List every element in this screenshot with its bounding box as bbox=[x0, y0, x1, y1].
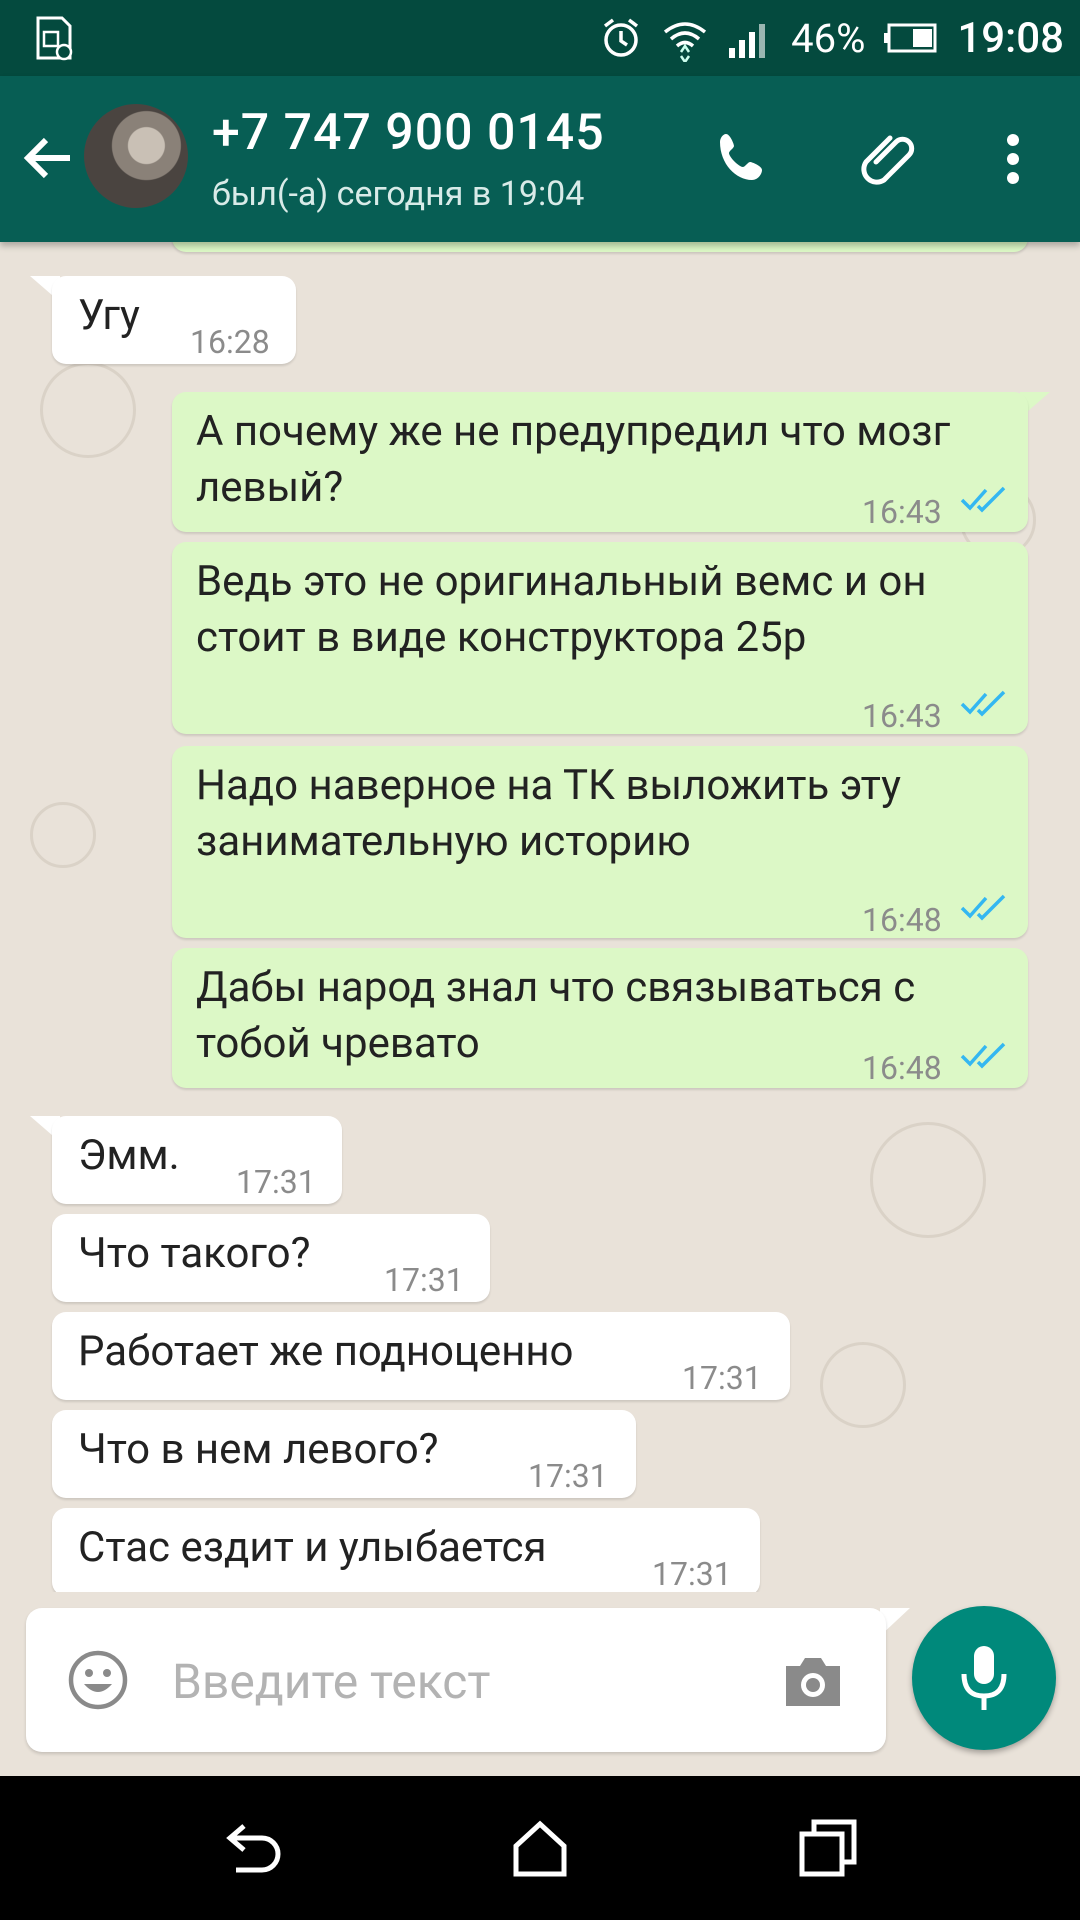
system-nav-bar bbox=[0, 1776, 1080, 1920]
back-arrow-icon[interactable] bbox=[18, 128, 78, 188]
message-incoming[interactable]: Стас ездит и улыбается 17:31 bbox=[52, 1508, 760, 1592]
wallpaper-doodle bbox=[30, 802, 96, 868]
chat-messages[interactable]: Угу 16:28 А почему же не предупредил что… bbox=[0, 242, 1080, 1592]
nav-home-icon[interactable] bbox=[508, 1816, 572, 1880]
message-text: Что в нем левого? bbox=[78, 1425, 439, 1474]
wallpaper-doodle bbox=[870, 1122, 986, 1238]
message-outgoing[interactable]: Ведь это не оригинальный вемс и он стоит… bbox=[172, 542, 1028, 735]
nav-back-icon[interactable] bbox=[222, 1816, 286, 1880]
signal-icon bbox=[729, 24, 766, 58]
message-time: 16:48 bbox=[862, 1049, 942, 1087]
message-text: Надо наверное на ТК выложить эту занимат… bbox=[196, 761, 901, 866]
message-outgoing[interactable]: Дабы народ знал что связываться с тобой … bbox=[172, 948, 1028, 1088]
alarm-icon bbox=[604, 18, 639, 57]
attach-clip-icon[interactable] bbox=[856, 126, 922, 192]
wallpaper-doodle bbox=[40, 362, 136, 458]
message-time: 16:43 bbox=[862, 493, 942, 531]
message-incoming[interactable]: Угу 16:28 bbox=[52, 276, 296, 364]
voice-record-button[interactable] bbox=[912, 1606, 1056, 1750]
contact-name[interactable]: +7 747 900 0145 bbox=[212, 104, 605, 162]
phone-call-icon[interactable] bbox=[712, 126, 778, 192]
wifi-icon bbox=[664, 22, 707, 62]
message-text: Эмм. bbox=[78, 1131, 180, 1180]
read-receipt-icon bbox=[960, 486, 1006, 513]
message-time: 17:31 bbox=[384, 1261, 464, 1299]
message-incoming[interactable]: Эмм. 17:31 bbox=[52, 1116, 342, 1204]
status-bar: 46% 19:08 bbox=[0, 0, 1080, 76]
message-time: 17:31 bbox=[652, 1555, 732, 1592]
message-time: 17:31 bbox=[528, 1457, 608, 1495]
sim-settings-icon bbox=[36, 16, 73, 61]
camera-icon[interactable] bbox=[780, 1650, 846, 1712]
clock: 19:08 bbox=[957, 13, 1064, 63]
microphone-icon bbox=[961, 1646, 1007, 1710]
message-text: Стас ездит и улыбается bbox=[78, 1523, 547, 1572]
more-menu-icon[interactable] bbox=[980, 126, 1046, 192]
message-outgoing[interactable]: А почему же не предупредил что мозг левы… bbox=[172, 392, 1028, 532]
contact-avatar[interactable] bbox=[84, 104, 188, 208]
chat-header: +7 747 900 0145 был(-а) сегодня в 19:04 bbox=[0, 76, 1080, 242]
read-receipt-icon bbox=[960, 690, 1006, 717]
message-time: 16:48 bbox=[862, 901, 942, 939]
message-time: 16:43 bbox=[862, 697, 942, 735]
battery-icon bbox=[884, 23, 937, 53]
message-input[interactable] bbox=[170, 1644, 754, 1718]
message-text: Что такого? bbox=[78, 1229, 311, 1278]
message-text: Ведь это не оригинальный вемс и он стоит… bbox=[196, 557, 927, 662]
read-receipt-icon bbox=[960, 1042, 1006, 1069]
wallpaper-doodle bbox=[820, 1342, 906, 1428]
message-incoming[interactable]: Работает же подноценно 17:31 bbox=[52, 1312, 790, 1400]
read-receipt-icon bbox=[960, 894, 1006, 921]
message-time: 17:31 bbox=[236, 1163, 316, 1201]
message-incoming[interactable]: Что такого? 17:31 bbox=[52, 1214, 490, 1302]
message-time: 16:28 bbox=[190, 323, 270, 361]
message-incoming[interactable]: Что в нем левого? 17:31 bbox=[52, 1410, 636, 1498]
contact-last-seen: был(-а) сегодня в 19:04 bbox=[212, 174, 585, 214]
message-text: Угу bbox=[78, 291, 140, 340]
message-outgoing[interactable]: Надо наверное на ТК выложить эту занимат… bbox=[172, 746, 1028, 939]
message-text: Работает же подноценно bbox=[78, 1327, 574, 1376]
emoji-icon[interactable] bbox=[66, 1648, 130, 1712]
message-composer bbox=[26, 1608, 886, 1752]
message-time: 17:31 bbox=[682, 1359, 762, 1397]
battery-percent: 46% bbox=[791, 14, 866, 62]
message-bubble-partial[interactable] bbox=[172, 242, 1028, 252]
nav-recents-icon[interactable] bbox=[796, 1816, 860, 1880]
